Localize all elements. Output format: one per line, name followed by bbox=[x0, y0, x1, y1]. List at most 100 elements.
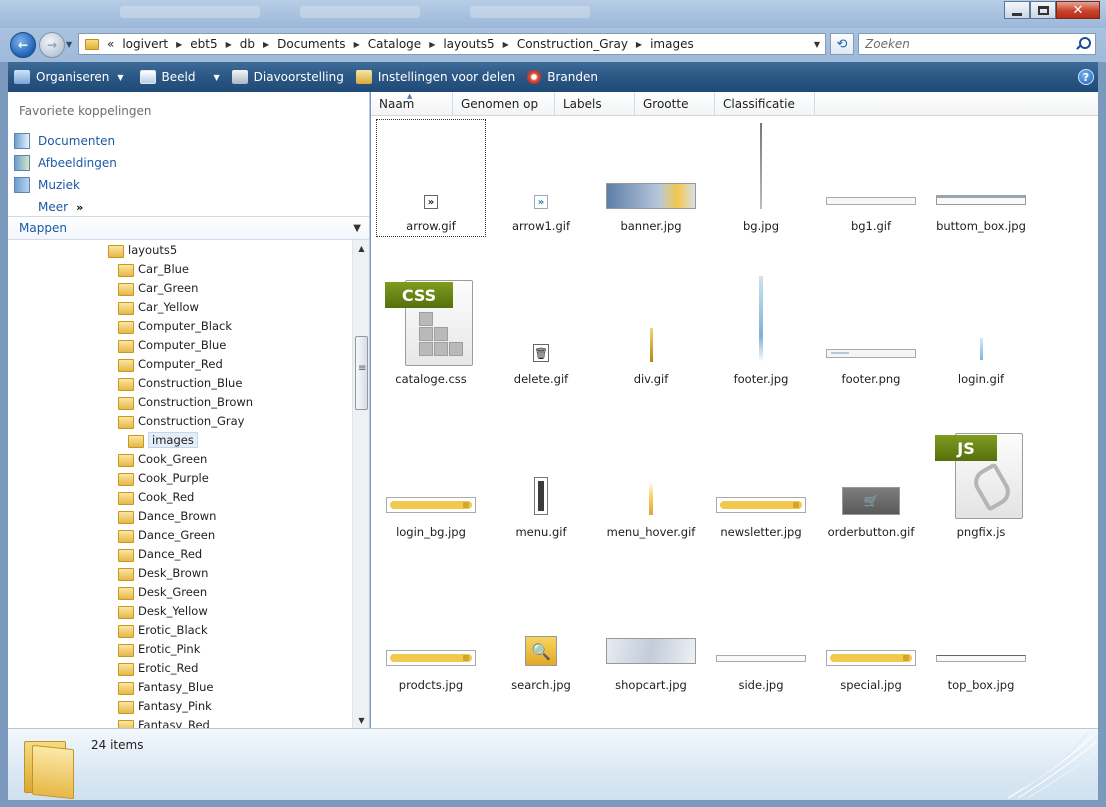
file-item[interactable]: bg1.gif bbox=[816, 119, 926, 237]
file-item[interactable]: JS pngfix.js bbox=[926, 425, 1036, 543]
scroll-down-icon[interactable]: ▼ bbox=[353, 712, 370, 728]
crumb-separator-icon[interactable]: ▶ bbox=[354, 40, 360, 49]
file-item[interactable]: menu_hover.gif bbox=[596, 425, 706, 543]
slideshow-button[interactable]: Diavoorstelling bbox=[226, 62, 350, 92]
tree-node[interactable]: Construction_Blue bbox=[8, 373, 352, 392]
scroll-thumb[interactable] bbox=[355, 336, 368, 410]
tree-node[interactable]: Fantasy_Red bbox=[8, 715, 352, 728]
crumb-item[interactable]: Documents bbox=[277, 37, 345, 51]
file-item[interactable]: footer.jpg bbox=[706, 272, 816, 390]
file-item[interactable]: login.gif bbox=[926, 272, 1036, 390]
tree-node[interactable]: Cook_Red bbox=[8, 487, 352, 506]
maximize-button[interactable] bbox=[1030, 1, 1056, 19]
tree-node[interactable]: Car_Yellow bbox=[8, 297, 352, 316]
file-item[interactable]: top_box.jpg bbox=[926, 578, 1036, 696]
file-item[interactable]: buttom_box.jpg bbox=[926, 119, 1036, 237]
file-item[interactable]: login_bg.jpg bbox=[376, 425, 486, 543]
search-icon[interactable] bbox=[1075, 37, 1091, 51]
file-item[interactable]: bg.jpg bbox=[706, 119, 816, 237]
column-date-taken[interactable]: Genomen op bbox=[453, 92, 555, 116]
tree-node-selected[interactable]: images bbox=[8, 430, 352, 449]
tree-node[interactable]: Desk_Yellow bbox=[8, 601, 352, 620]
crumb-separator-icon[interactable]: ▶ bbox=[226, 40, 232, 49]
address-dropdown-icon[interactable]: ▼ bbox=[809, 40, 825, 49]
tree-node[interactable]: Car_Blue bbox=[8, 259, 352, 278]
forward-button[interactable]: → bbox=[39, 32, 65, 58]
close-button[interactable]: ✕ bbox=[1056, 1, 1100, 19]
tree-node[interactable]: Dance_Red bbox=[8, 544, 352, 563]
tree-node[interactable]: Computer_Black bbox=[8, 316, 352, 335]
tree-node[interactable]: Desk_Green bbox=[8, 582, 352, 601]
file-item[interactable]: » arrow.gif bbox=[376, 119, 486, 237]
search-box[interactable] bbox=[858, 33, 1096, 55]
window-titlebar[interactable]: ✕ bbox=[0, 0, 1106, 28]
crumb-separator-icon[interactable]: ▶ bbox=[263, 40, 269, 49]
column-name[interactable]: ▲ Naam bbox=[371, 92, 453, 116]
tree-node[interactable]: Computer_Blue bbox=[8, 335, 352, 354]
tree-node-root[interactable]: layouts5 bbox=[8, 240, 352, 259]
tree-node[interactable]: Construction_Brown bbox=[8, 392, 352, 411]
crumb-separator-icon[interactable]: ▶ bbox=[503, 40, 509, 49]
file-item[interactable]: CSS cataloge.css bbox=[376, 272, 486, 390]
crumb-separator-icon[interactable]: ▶ bbox=[429, 40, 435, 49]
crumb-item[interactable]: db bbox=[240, 37, 255, 51]
search-input[interactable] bbox=[865, 37, 1065, 51]
scroll-up-icon[interactable]: ▲ bbox=[353, 240, 370, 256]
view-button[interactable]: Beeld ▼ bbox=[134, 62, 226, 92]
favorite-pictures[interactable]: Afbeeldingen bbox=[8, 152, 369, 174]
breadcrumb: logivert ▶ ebt5 ▶ db ▶ Documents ▶ Cataloge ▶… bbox=[122, 37, 693, 51]
file-item[interactable]: » arrow1.gif bbox=[486, 119, 596, 237]
file-item[interactable]: prodcts.jpg bbox=[376, 578, 486, 696]
tree-node[interactable]: Cook_Purple bbox=[8, 468, 352, 487]
recent-pages-dropdown[interactable]: ▼ bbox=[66, 40, 72, 49]
file-item[interactable]: special.jpg bbox=[816, 578, 926, 696]
back-button[interactable]: ← bbox=[10, 32, 36, 58]
address-overflow[interactable]: « bbox=[107, 37, 114, 51]
folders-header[interactable]: Mappen ▼ bbox=[8, 216, 369, 240]
crumb-item[interactable]: images bbox=[650, 37, 694, 51]
column-rating[interactable]: Classificatie bbox=[715, 92, 815, 116]
tree-node[interactable]: Construction_Gray bbox=[8, 411, 352, 430]
file-item[interactable]: shopcart.jpg bbox=[596, 578, 706, 696]
favorite-music[interactable]: Muziek bbox=[8, 174, 369, 196]
tree-node[interactable]: Fantasy_Blue bbox=[8, 677, 352, 696]
file-item[interactable]: side.jpg bbox=[706, 578, 816, 696]
column-labels[interactable]: Labels bbox=[555, 92, 635, 116]
help-button[interactable]: ? bbox=[1078, 69, 1094, 85]
tree-node[interactable]: Erotic_Red bbox=[8, 658, 352, 677]
burn-button[interactable]: Branden bbox=[521, 62, 604, 92]
organize-button[interactable]: Organiseren ▼ bbox=[8, 62, 130, 92]
tree-node[interactable]: Erotic_Black bbox=[8, 620, 352, 639]
tree-node[interactable]: Dance_Green bbox=[8, 525, 352, 544]
crumb-item[interactable]: ebt5 bbox=[190, 37, 217, 51]
tree-node[interactable]: Fantasy_Pink bbox=[8, 696, 352, 715]
tree-node[interactable]: Erotic_Pink bbox=[8, 639, 352, 658]
file-item[interactable]: footer.png bbox=[816, 272, 926, 390]
file-item[interactable]: 🛒 orderbutton.gif bbox=[816, 425, 926, 543]
folder-tree-scrollbar[interactable]: ▲ ▼ bbox=[352, 240, 369, 728]
crumb-item[interactable]: Cataloge bbox=[368, 37, 421, 51]
file-item[interactable]: banner.jpg bbox=[596, 119, 706, 237]
refresh-button[interactable]: ⟲ bbox=[830, 33, 854, 55]
file-item[interactable]: 🗑 delete.gif bbox=[486, 272, 596, 390]
tree-node[interactable]: Cook_Green bbox=[8, 449, 352, 468]
file-item[interactable]: 🔍 search.jpg bbox=[486, 578, 596, 696]
crumb-separator-icon[interactable]: ▶ bbox=[636, 40, 642, 49]
address-bar[interactable]: « logivert ▶ ebt5 ▶ db ▶ Documents ▶ Catalog… bbox=[78, 33, 826, 55]
tree-node[interactable]: Dance_Brown bbox=[8, 506, 352, 525]
favorite-more[interactable]: Meer » bbox=[8, 196, 369, 218]
column-size[interactable]: Grootte bbox=[635, 92, 715, 116]
file-item[interactable]: menu.gif bbox=[486, 425, 596, 543]
minimize-button[interactable] bbox=[1004, 1, 1030, 19]
file-item[interactable]: div.gif bbox=[596, 272, 706, 390]
tree-node[interactable]: Computer_Red bbox=[8, 354, 352, 373]
file-item[interactable]: newsletter.jpg bbox=[706, 425, 816, 543]
tree-node[interactable]: Car_Green bbox=[8, 278, 352, 297]
crumb-separator-icon[interactable]: ▶ bbox=[176, 40, 182, 49]
crumb-item[interactable]: logivert bbox=[122, 37, 168, 51]
share-settings-button[interactable]: Instellingen voor delen bbox=[350, 62, 521, 92]
favorite-documents[interactable]: Documenten bbox=[8, 130, 369, 152]
crumb-item[interactable]: Construction_Gray bbox=[517, 37, 628, 51]
crumb-item[interactable]: layouts5 bbox=[443, 37, 494, 51]
tree-node[interactable]: Desk_Brown bbox=[8, 563, 352, 582]
